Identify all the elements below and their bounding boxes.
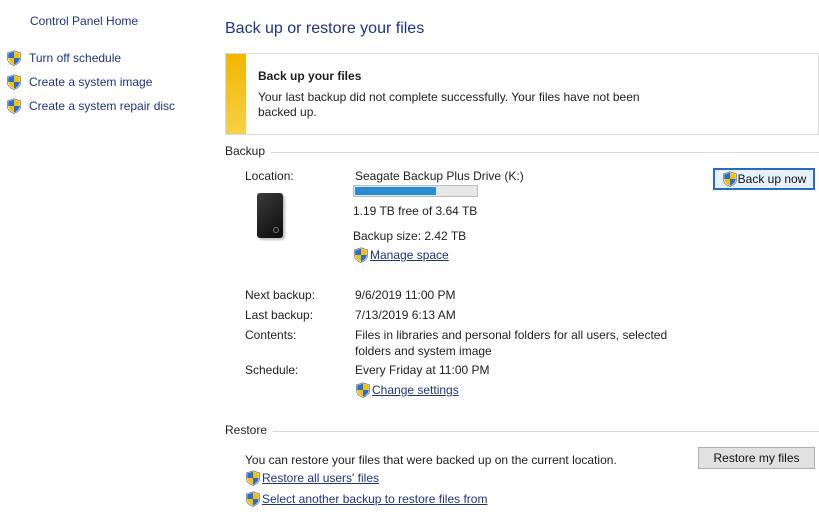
next-backup-label: Next backup: <box>245 288 316 302</box>
shield-icon <box>245 470 261 486</box>
backup-size-text: Backup size: 2.42 TB <box>353 229 467 243</box>
last-backup-label: Last backup: <box>245 308 314 322</box>
contents-label: Contents: <box>245 328 297 342</box>
location-label: Location: <box>245 169 294 183</box>
next-backup-value: 9/6/2019 11:00 PM <box>355 288 456 302</box>
drive-usage-fill <box>355 187 436 195</box>
manage-space-label: Manage space <box>370 248 449 262</box>
restore-section-header: Restore <box>225 423 819 439</box>
select-another-backup-link[interactable]: Select another backup to restore files f… <box>245 491 487 507</box>
create-system-image-label: Create a system image <box>29 75 153 89</box>
create-repair-disc-link[interactable]: Create a system repair disc <box>6 97 175 115</box>
manage-space-link[interactable]: Manage space <box>353 247 449 263</box>
select-another-backup-label: Select another backup to restore files f… <box>262 492 488 506</box>
restore-all-users-link[interactable]: Restore all users' files <box>245 470 379 486</box>
left-pane: Control Panel Home Turn off schedule Cre… <box>0 0 212 516</box>
page-title: Back up or restore your files <box>225 20 425 37</box>
control-panel-home-link[interactable]: Control Panel Home <box>30 14 138 28</box>
restore-section-title: Restore <box>225 423 274 437</box>
warning-message: Your last backup did not complete succes… <box>258 90 640 119</box>
restore-description: You can restore your files that were bac… <box>245 453 617 467</box>
external-drive-icon <box>257 193 283 238</box>
restore-all-users-label: Restore all users' files <box>262 471 379 485</box>
contents-value: Files in libraries and personal folders … <box>355 328 668 358</box>
change-settings-label: Change settings <box>372 383 459 397</box>
create-repair-disc-label: Create a system repair disc <box>29 99 176 113</box>
drive-usage-bar <box>353 185 478 197</box>
shield-icon <box>353 247 369 263</box>
shield-icon <box>6 50 22 66</box>
shield-icon <box>6 74 22 90</box>
main-pane: Back up or restore your files Back up yo… <box>212 0 819 516</box>
turn-off-schedule-label: Turn off schedule <box>29 51 122 65</box>
warning-heading: Back up your files <box>258 69 362 83</box>
shield-icon <box>355 382 371 398</box>
back-up-now-label: Back up now <box>737 172 807 186</box>
backup-warning-banner: Back up your files Your last backup did … <box>225 53 819 135</box>
turn-off-schedule-link[interactable]: Turn off schedule <box>6 49 121 67</box>
schedule-value: Every Friday at 11:00 PM <box>355 363 490 377</box>
schedule-label: Schedule: <box>245 363 299 377</box>
backup-section-header: Backup <box>225 144 819 160</box>
backup-section-title: Backup <box>225 144 272 158</box>
back-up-now-button[interactable]: Back up now <box>713 168 815 190</box>
section-divider <box>225 152 819 153</box>
shield-icon <box>722 171 738 187</box>
restore-my-files-button[interactable]: Restore my files <box>698 447 815 469</box>
shield-icon <box>6 98 22 114</box>
location-value: Seagate Backup Plus Drive (K:) <box>355 169 524 183</box>
shield-icon <box>245 491 261 507</box>
section-divider <box>225 431 819 432</box>
warning-bar <box>226 54 246 134</box>
drive-free-text: 1.19 TB free of 3.64 TB <box>353 204 478 218</box>
change-settings-link[interactable]: Change settings <box>355 382 459 398</box>
restore-my-files-label: Restore my files <box>713 451 800 465</box>
last-backup-value: 7/13/2019 6:13 AM <box>355 308 456 322</box>
create-system-image-link[interactable]: Create a system image <box>6 73 152 91</box>
